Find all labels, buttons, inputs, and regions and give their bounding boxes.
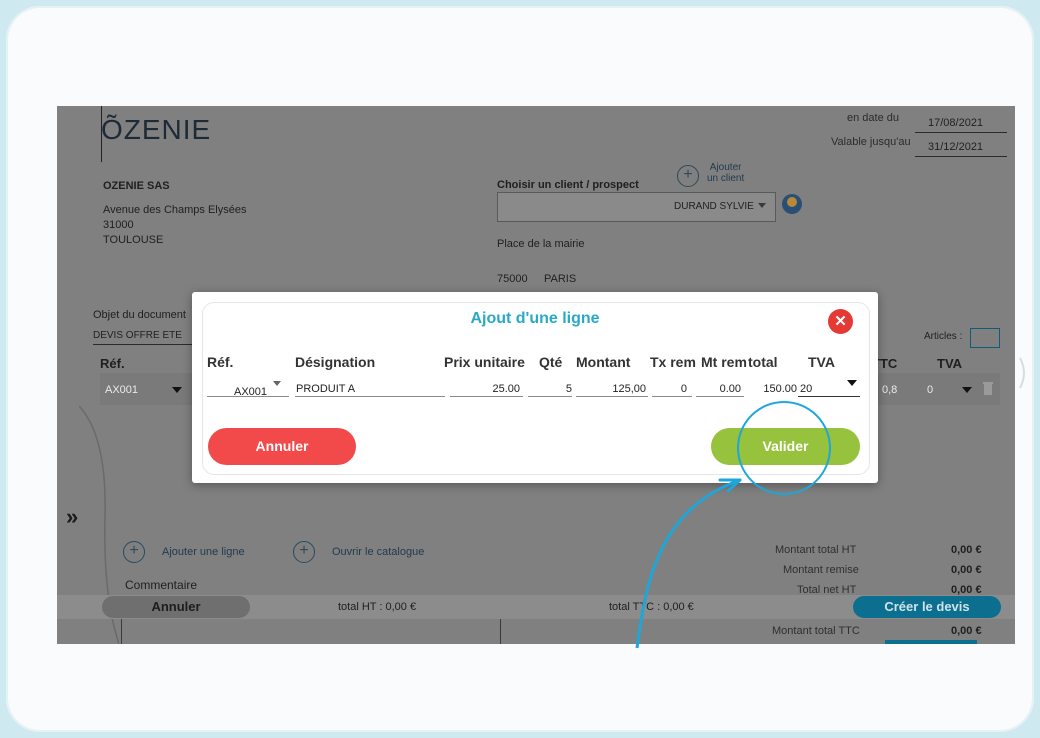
ttc-accent-bar [885,640,977,644]
add-line-plus-icon[interactable]: + [123,541,145,563]
total-ttc-label: Montant total TTC [772,625,860,637]
modal-tx-rem-underline [652,396,692,397]
modal-unit-price-underline [450,396,523,397]
company-address: Avenue des Champs Elysées [103,204,247,216]
client-address: Place de la mairie [497,238,585,250]
modal-designation-underline [295,396,445,397]
modal-designation-value[interactable]: PRODUIT A [296,383,355,395]
total-ttc-value: 0,00 € [951,625,982,637]
modal-title: Ajout d'une ligne [470,310,600,327]
add-line-modal: Ajout d'une ligne ✕ Réf. Désignation Pri… [192,292,878,483]
bg-ref-header: Réf. [100,356,125,371]
articles-input[interactable] [970,328,1000,348]
modal-header-total: total [748,354,778,370]
valid-label: Valable jusqu'au [831,136,911,148]
comment-box[interactable] [121,618,501,644]
modal-header-amount: Montant [576,354,631,370]
open-catalogue-plus-icon[interactable]: + [293,541,315,563]
bg-tva-header: TVA [937,356,963,371]
client-city: PARIS [544,273,577,285]
client-selected-value: DURAND SYLVIE [674,201,754,212]
modal-tva-value[interactable]: 20 [800,383,812,395]
bottom-total-ht: total HT : 0,00 € [338,601,417,613]
date-underline [915,132,1007,133]
modal-validate-button[interactable]: Valider [711,428,860,465]
open-catalogue-link[interactable]: Ouvrir le catalogue [332,546,424,558]
bg-row-ttc: 0,8 [882,384,898,396]
create-quote-button[interactable]: Créer le devis [853,596,1001,618]
company-name: OZENIE SAS [103,180,170,192]
avatar-icon[interactable] [782,194,802,214]
bg-row-tva-caret-icon [962,387,972,393]
choose-client-label: Choisir un client / prospect [497,179,639,191]
client-select-caret-icon [758,203,766,208]
tablet-chevron-right-icon [1018,356,1030,390]
date-label: en date du [847,112,899,124]
add-client-link[interactable]: Ajouter un client [707,162,744,184]
modal-header-tva: TVA [808,354,835,370]
valid-underline [915,156,1007,157]
modal-tx-rem-value[interactable]: 0 [652,383,687,395]
total-ht-value: 0,00 € [951,544,982,556]
bg-row-tva[interactable]: 0 [927,384,933,396]
modal-tva-caret-icon [847,380,857,386]
modal-header-unit-price: Prix unitaire [444,354,525,370]
modal-ref-underline [207,396,289,397]
comment-label: Commentaire [125,578,198,592]
modal-mt-rem-value[interactable]: 0.00 [696,383,741,395]
modal-header-tx-rem: Tx rem [650,354,696,370]
modal-ref-caret-icon [273,381,281,386]
trash-icon[interactable] [983,381,993,395]
client-postcode: 75000 [497,273,528,285]
modal-qty-underline [528,396,572,397]
modal-qty-value[interactable]: 5 [528,383,572,395]
bottom-total-ttc: total TTC : 0,00 € [609,601,694,613]
modal-total-value: 150.00 [763,383,797,395]
modal-tva-underline [798,396,860,397]
articles-label: Articles : [924,331,963,342]
valid-value[interactable]: 31/12/2021 [928,141,983,153]
bottom-cancel-button[interactable]: Annuler [102,596,250,618]
modal-mt-rem-underline [696,396,744,397]
bg-row-ref-caret-icon [172,387,182,393]
modal-header-ref: Réf. [207,354,234,370]
add-line-link[interactable]: Ajouter une ligne [162,546,245,558]
date-value[interactable]: 17/08/2021 [928,117,983,129]
company-logo: ÕZENIE [101,114,212,145]
close-icon[interactable]: ✕ [828,309,853,334]
add-client-plus-icon[interactable]: + [677,165,699,187]
modal-amount-value: 125,00 [612,383,646,395]
total-remise-label: Montant remise [783,564,859,576]
company-postcode: 31000 [103,219,134,231]
company-city: TOULOUSE [103,234,164,246]
chevron-double-right-icon[interactable]: » [66,504,78,530]
modal-header-qty: Qté [539,354,563,370]
object-label: Objet du document [93,309,186,321]
total-ht-label: Montant total HT [775,544,857,556]
bg-row-ref[interactable]: AX001 [105,384,138,396]
modal-header-mt-rem: Mt rem [701,354,747,370]
modal-cancel-button[interactable]: Annuler [208,428,356,465]
modal-header-designation: Désignation [295,354,376,370]
object-value[interactable]: DEVIS OFFRE ETE [93,330,182,341]
total-remise-value: 0,00 € [951,564,982,576]
modal-unit-price-value[interactable]: 25.00 [450,383,520,395]
modal-amount-underline [576,396,648,397]
